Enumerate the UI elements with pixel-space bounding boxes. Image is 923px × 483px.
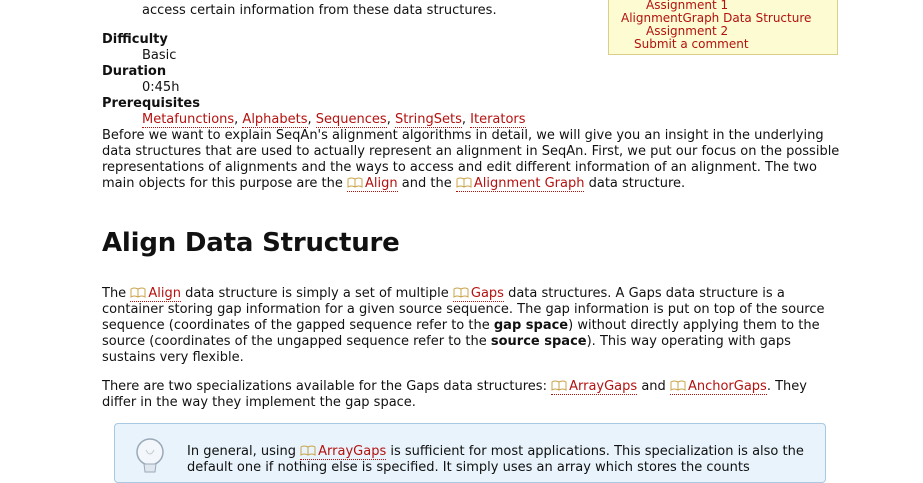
para2-t1: data structure is simply a set of multip… [185,286,449,301]
duration-value: 0:45h [142,80,180,95]
para3-t1: There are two specializations available … [102,379,547,394]
para3-and: and [641,379,666,394]
link-gaps-label: Gaps [470,286,504,301]
link-align-label: Align [365,176,398,191]
para2-the: The [102,286,127,301]
link-align-2-label: Align [148,286,181,301]
prereq-link-stringsets[interactable]: StringSets [394,112,462,128]
gaps-paragraph: There are two specializations available … [102,379,842,411]
align-paragraph: The Align data structure is simply a set… [102,286,842,366]
duration-label: Duration [102,64,167,79]
table-of-contents: Assignment 1 AlignmentGraph Data Structu… [608,0,838,55]
section-heading: Align Data Structure [102,228,400,258]
difficulty-value: Basic [142,48,177,63]
prereq-link-alphabets[interactable]: Alphabets [242,112,308,128]
tutorial-meta: Difficulty Basic Duration 0:45h Prerequi… [102,32,526,128]
link-align[interactable]: Align [347,176,398,192]
link-arraygaps-note-label: ArrayGaps [318,444,387,459]
link-alignment-graph[interactable]: Alignment Graph [455,176,585,192]
link-arraygaps-label: ArrayGaps [569,379,638,394]
prerequisites-label: Prerequisites [102,96,200,111]
book-icon [300,445,316,456]
prereq-link-sequences[interactable]: Sequences [315,112,387,128]
para1-and: and the [401,176,452,191]
book-icon [453,287,469,298]
book-icon [130,287,146,298]
source-space-term: source space [490,334,587,349]
toc-item-assignment-2[interactable]: Assignment 2 [646,24,728,38]
book-icon [551,380,567,391]
intro-paragraph: Before we want to explain SeqAn's alignm… [102,128,842,192]
note-text: In general, using ArrayGaps is sufficien… [187,444,807,476]
para1-tail: data structure. [588,176,686,191]
intro-line: access certain information from these da… [142,3,497,18]
book-icon [347,177,363,188]
link-alignment-graph-label: Alignment Graph [473,176,585,191]
difficulty-label: Difficulty [102,32,168,47]
toc-item-submit-comment[interactable]: Submit a comment [634,37,749,51]
book-icon [670,380,686,391]
lightbulb-icon [136,438,164,473]
note-box: In general, using ArrayGaps is sufficien… [114,423,826,483]
link-arraygaps[interactable]: ArrayGaps [551,379,638,395]
link-anchorgaps-label: AnchorGaps [687,379,767,394]
link-align-2[interactable]: Align [130,286,181,302]
note-t1: In general, using [187,444,296,459]
link-arraygaps-note[interactable]: ArrayGaps [300,444,387,460]
prereq-link-metafunctions[interactable]: Metafunctions [142,112,235,128]
prereq-link-iterators[interactable]: Iterators [470,112,526,128]
prerequisites-list: Metafunctions, Alphabets, Sequences, Str… [142,112,526,128]
link-anchorgaps[interactable]: AnchorGaps [669,379,767,395]
link-gaps[interactable]: Gaps [452,286,504,302]
gap-space-term: gap space [493,318,569,333]
toc-item-alignmentgraph[interactable]: AlignmentGraph Data Structure [621,11,811,25]
book-icon [456,177,472,188]
